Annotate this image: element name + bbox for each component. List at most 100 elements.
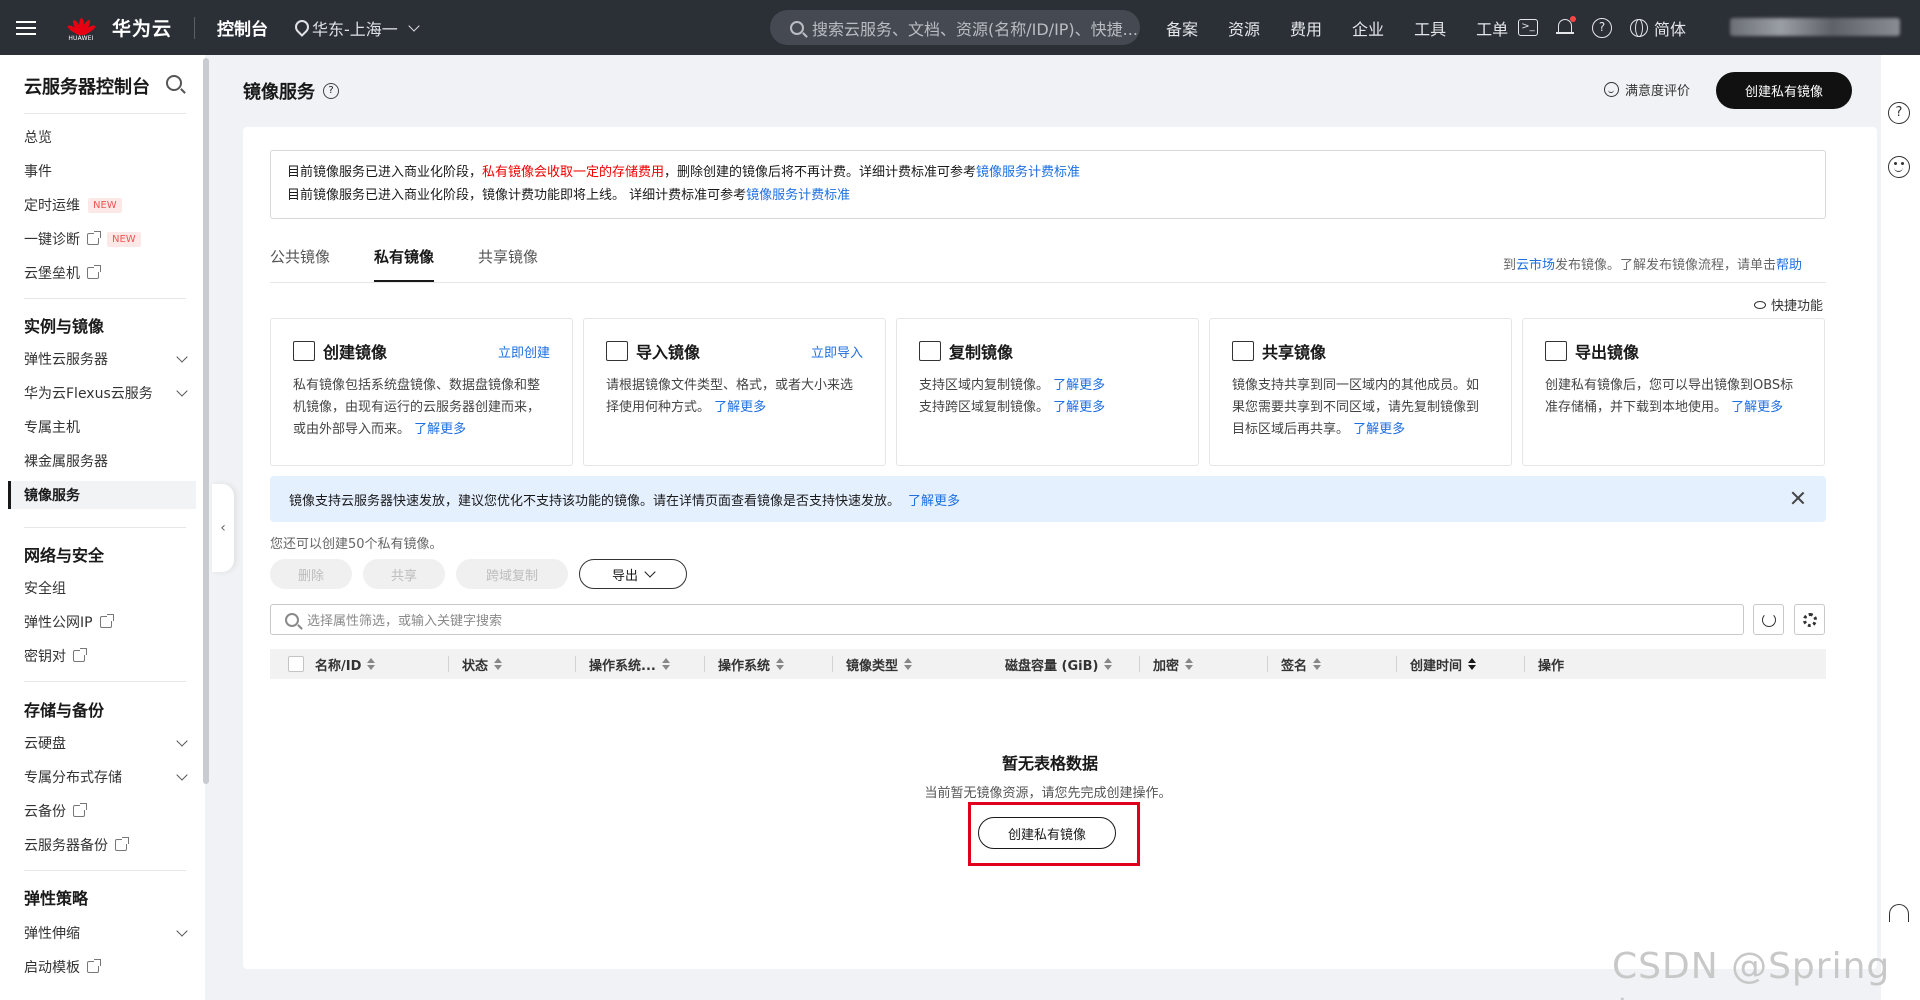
sidebar-item-keypair[interactable]: 密钥对: [24, 642, 196, 670]
sidebar-item-label: 弹性伸缩: [24, 926, 80, 942]
learn-more-link[interactable]: 了解更多: [714, 400, 766, 415]
tab-private-images[interactable]: 私有镜像: [374, 246, 435, 282]
region-selector[interactable]: 华东-上海一: [294, 16, 420, 40]
marketplace-link[interactable]: 云市场: [1516, 258, 1555, 273]
menu-button[interactable]: [0, 0, 52, 55]
divider: [24, 113, 186, 114]
customer-service-icon[interactable]: [1889, 904, 1909, 922]
help-icon[interactable]: ?: [1888, 102, 1910, 124]
col-os[interactable]: 操作系统: [704, 649, 785, 679]
learn-more-link[interactable]: 了解更多: [1053, 400, 1105, 415]
terminal-icon[interactable]: >_: [1518, 19, 1538, 36]
billing-standard-link[interactable]: 镜像服务计费标准: [746, 188, 850, 203]
sidebar-item-label: 云堡垒机: [24, 266, 80, 282]
table-settings-button[interactable]: [1794, 604, 1825, 635]
sidebar-item-csbs[interactable]: 云服务器备份: [24, 831, 196, 859]
col-signature[interactable]: 签名: [1267, 649, 1322, 679]
sort-icon: [367, 658, 376, 670]
col-status[interactable]: 状态: [448, 649, 503, 679]
learn-more-link[interactable]: 了解更多: [1731, 400, 1783, 415]
external-link-icon: [99, 614, 114, 628]
billing-standard-link[interactable]: 镜像服务计费标准: [976, 165, 1080, 180]
sidebar-scrollbar[interactable]: [203, 58, 209, 784]
sidebar-item-bare-metal[interactable]: 裸金属服务器: [24, 447, 196, 475]
sort-icon: [1104, 658, 1113, 670]
nav-resources[interactable]: 资源: [1228, 16, 1260, 40]
empty-create-private-image-button[interactable]: 创建私有镜像: [978, 817, 1116, 849]
nav-billing[interactable]: 费用: [1290, 16, 1322, 40]
language-switch[interactable]: 简体: [1630, 16, 1686, 40]
col-created-time[interactable]: 创建时间: [1396, 649, 1477, 679]
feedback-smile-icon[interactable]: [1888, 156, 1910, 178]
delete-button[interactable]: 删除: [270, 559, 352, 589]
filter-search-input[interactable]: 选择属性筛选，或输入关键字搜索: [270, 604, 1744, 635]
tab-public-images[interactable]: 公共镜像: [270, 246, 330, 282]
sidebar-item-cbr[interactable]: 云备份: [24, 797, 196, 825]
sidebar-item-events[interactable]: 事件: [24, 157, 196, 185]
col-name-id[interactable]: 名称/ID: [315, 649, 376, 679]
external-link-icon: [87, 265, 101, 279]
col-encryption[interactable]: 加密: [1139, 649, 1194, 679]
gear-icon: [1802, 612, 1817, 627]
help-link[interactable]: 帮助: [1776, 258, 1802, 273]
create-now-link[interactable]: 立即创建: [498, 342, 550, 361]
notice-text: 目前镜像服务已进入商业化阶段，: [287, 165, 483, 180]
sidebar-item-label: 云服务器备份: [24, 838, 108, 854]
global-search-input[interactable]: 搜索云服务、文档、资源(名称/ID/IP)、快捷...: [770, 10, 1140, 45]
nav-beian[interactable]: 备案: [1166, 16, 1198, 40]
learn-more-link[interactable]: 了解更多: [1053, 378, 1105, 393]
brand-logo[interactable]: HUAWEI 华为云: [64, 11, 172, 45]
col-disk-capacity[interactable]: 磁盘容量 (GiB): [1005, 649, 1113, 679]
external-link-icon: [73, 648, 87, 662]
learn-more-link[interactable]: 了解更多: [908, 490, 960, 509]
satisfaction-link[interactable]: 满意度评价: [1604, 80, 1690, 99]
sidebar-item-bastion[interactable]: 云堡垒机: [24, 259, 196, 287]
refresh-button[interactable]: [1753, 604, 1784, 635]
sidebar-item-eip[interactable]: 弹性公网IP: [24, 608, 196, 636]
feature-card-copy: 复制镜像 支持区域内复制镜像。 了解更多 支持跨区域复制镜像。 了解更多: [896, 318, 1199, 466]
bell-icon[interactable]: [1556, 16, 1576, 37]
external-link-icon: [73, 803, 87, 817]
refresh-icon: [1761, 612, 1776, 627]
sidebar-search-button[interactable]: [166, 75, 190, 95]
nav-tickets[interactable]: 工单: [1476, 16, 1508, 40]
sidebar-item-label: 密钥对: [24, 649, 66, 665]
help-icon[interactable]: ?: [1592, 17, 1612, 38]
folder-create-icon: [293, 341, 315, 361]
sidebar-item-image-service[interactable]: 镜像服务: [8, 481, 196, 509]
user-account-blurred[interactable]: [1730, 18, 1900, 36]
quick-functions-toggle[interactable]: 快捷功能: [1754, 295, 1823, 314]
sidebar-item-ecs[interactable]: 弹性云服务器: [24, 345, 196, 373]
feature-title: 共享镜像: [1262, 343, 1327, 362]
help-icon[interactable]: ?: [323, 83, 339, 99]
create-private-image-button[interactable]: 创建私有镜像: [1716, 72, 1852, 109]
col-os-type[interactable]: 操作系统...: [575, 649, 670, 679]
cross-region-copy-button[interactable]: 跨域复制: [456, 559, 568, 589]
col-image-type[interactable]: 镜像类型: [832, 649, 913, 679]
close-icon[interactable]: [1790, 490, 1806, 506]
tab-shared-images[interactable]: 共享镜像: [478, 246, 538, 282]
sidebar-item-dedicated-host[interactable]: 专属主机: [24, 413, 196, 441]
feature-card-create: 创建镜像 立即创建 私有镜像包括系统盘镜像、数据盘镜像和整机镜像，由现有运行的云服…: [270, 318, 573, 466]
export-dropdown[interactable]: 导出: [579, 559, 687, 589]
divider: [24, 681, 186, 682]
import-now-link[interactable]: 立即导入: [811, 342, 863, 361]
console-link[interactable]: 控制台: [217, 15, 268, 40]
sidebar-item-flexus[interactable]: 华为云Flexus云服务: [24, 379, 196, 407]
feature-desc: 支持区域内复制镜像。: [919, 378, 1050, 393]
learn-more-link[interactable]: 了解更多: [414, 422, 466, 437]
select-all-checkbox[interactable]: [288, 656, 304, 672]
sidebar-item-overview[interactable]: 总览: [24, 123, 196, 151]
sidebar-item-scheduled-ops[interactable]: 定时运维 NEW: [24, 191, 196, 219]
learn-more-link[interactable]: 了解更多: [1353, 422, 1405, 437]
nav-tools[interactable]: 工具: [1414, 16, 1446, 40]
share-button[interactable]: 共享: [363, 559, 445, 589]
divider: [270, 282, 1826, 283]
sidebar-item-autoscaling[interactable]: 弹性伸缩: [24, 919, 196, 947]
sidebar-item-security-group[interactable]: 安全组: [24, 574, 196, 602]
sidebar-collapse-button[interactable]: ‹: [212, 484, 234, 572]
nav-enterprise[interactable]: 企业: [1352, 16, 1384, 40]
sidebar-item-label: 云备份: [24, 804, 66, 820]
sidebar-item-diagnosis[interactable]: 一键诊断 NEW: [24, 225, 196, 253]
sidebar-item-launch-template[interactable]: 启动模板: [24, 953, 196, 981]
